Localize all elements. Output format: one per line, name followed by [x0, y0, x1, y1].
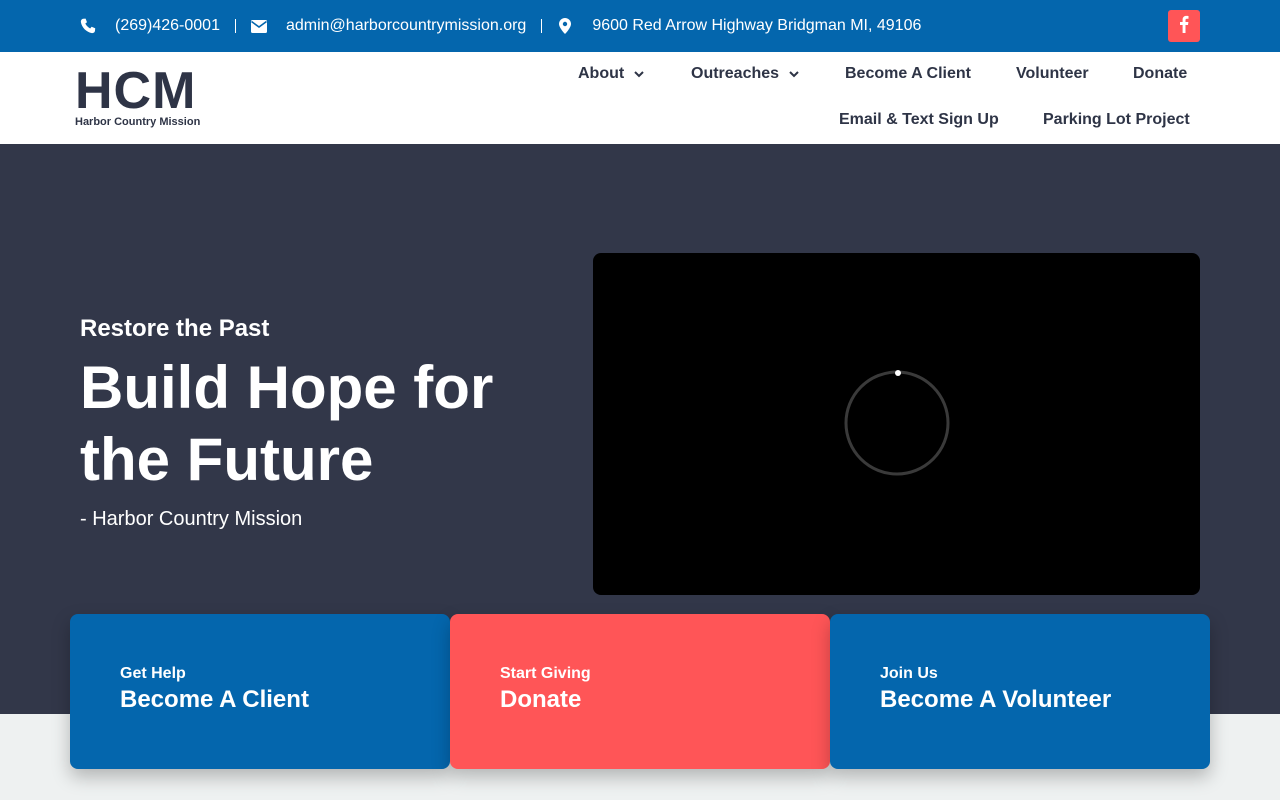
- cta-card-volunteer[interactable]: Join Us Become A Volunteer: [830, 614, 1210, 769]
- nav-volunteer[interactable]: Volunteer: [1016, 65, 1089, 83]
- nav-email-signup[interactable]: Email & Text Sign Up: [839, 111, 999, 129]
- hero-headline: Build Hope for the Future: [80, 354, 494, 493]
- cta-card-kicker: Start Giving: [500, 665, 591, 682]
- logo-mark: HCM: [75, 62, 197, 120]
- divider: [541, 19, 543, 33]
- video-player[interactable]: [593, 253, 1200, 595]
- cta-card-title: Become A Client: [120, 686, 309, 713]
- nav-parking-lot[interactable]: Parking Lot Project: [1043, 111, 1190, 129]
- nav-become-client[interactable]: Become A Client: [845, 65, 971, 83]
- chevron-down-icon: [634, 70, 644, 78]
- site-logo[interactable]: HCM Harbor Country Mission: [75, 64, 215, 134]
- hero-attribution: - Harbor Country Mission: [80, 508, 303, 530]
- loading-spinner-icon: [844, 370, 950, 476]
- email-link[interactable]: admin@harborcountrymission.org: [286, 17, 526, 35]
- phone-link[interactable]: (269)426-0001: [115, 17, 220, 35]
- address-text: 9600 Red Arrow Highway Bridgman MI, 4910…: [592, 17, 922, 34]
- cta-card-kicker: Join Us: [880, 665, 938, 682]
- site-header: HCM Harbor Country Mission About Outreac…: [0, 52, 1280, 144]
- contact-info: (269)426-0001 admin@harborcountrymission…: [80, 0, 921, 52]
- cta-card-title: Become A Volunteer: [880, 686, 1112, 713]
- nav-about[interactable]: About: [578, 65, 644, 83]
- nav-about-label: About: [578, 65, 625, 82]
- cta-card-donate[interactable]: Start Giving Donate: [450, 614, 830, 769]
- divider: [234, 19, 236, 33]
- cta-card-client[interactable]: Get Help Become A Client: [70, 614, 450, 769]
- logo-name: Harbor Country Mission: [75, 116, 201, 128]
- facebook-icon: [1179, 15, 1189, 38]
- phone-icon: [80, 18, 96, 34]
- facebook-button[interactable]: [1168, 10, 1200, 42]
- cta-card-kicker: Get Help: [120, 665, 186, 682]
- cta-card-title: Donate: [500, 686, 582, 713]
- hero-kicker: Restore the Past: [80, 315, 270, 342]
- nav-outreaches-label: Outreaches: [691, 65, 780, 82]
- chevron-down-icon: [789, 70, 799, 78]
- nav-donate[interactable]: Donate: [1133, 65, 1187, 83]
- top-info-bar: (269)426-0001 admin@harborcountrymission…: [0, 0, 1280, 52]
- nav-outreaches[interactable]: Outreaches: [691, 65, 799, 83]
- map-pin-icon: [557, 18, 573, 34]
- envelope-icon: [250, 18, 267, 34]
